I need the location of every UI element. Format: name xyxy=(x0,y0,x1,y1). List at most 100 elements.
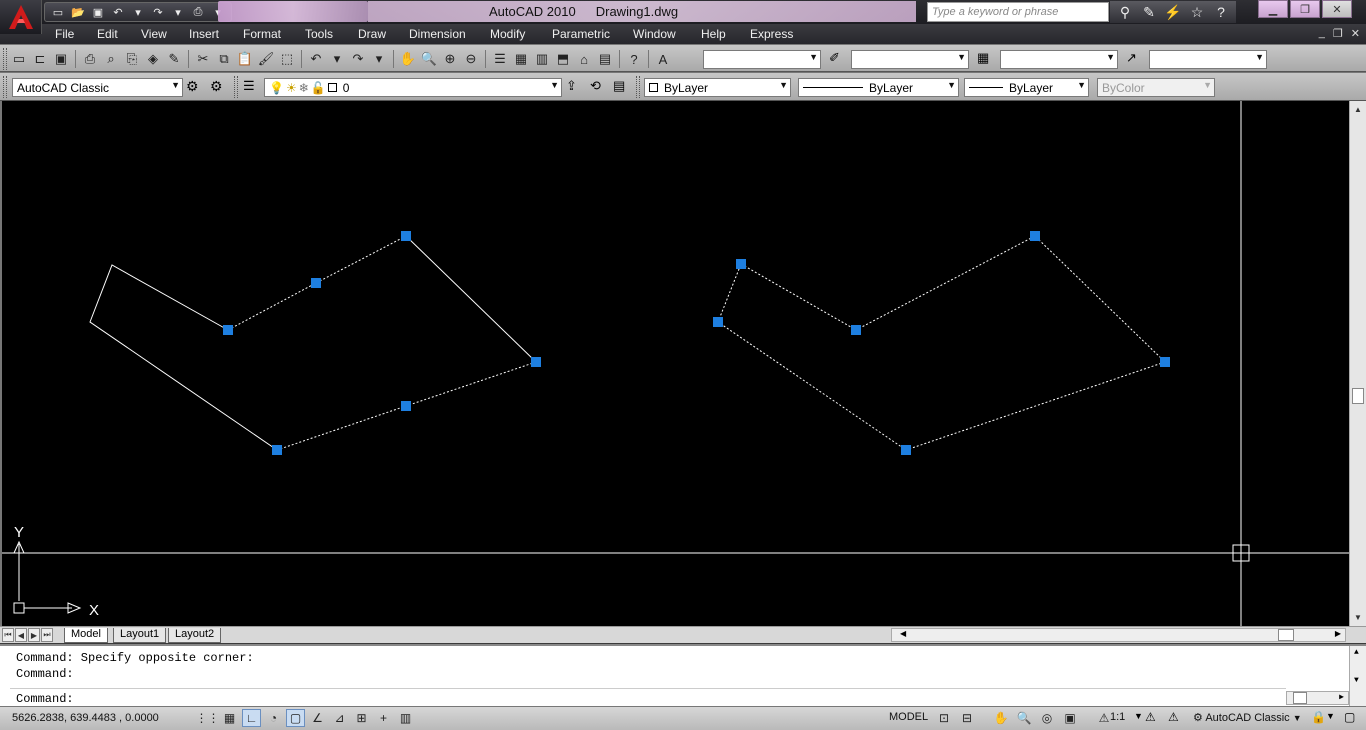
communication-center-icon[interactable]: ✎ xyxy=(1138,2,1160,22)
linetype-combo[interactable]: ByLayer ▼ xyxy=(798,78,959,97)
binoculars-icon[interactable]: ⚲ xyxy=(1114,2,1136,22)
color-combo[interactable]: ByLayer ▼ xyxy=(644,78,791,97)
toolbar-grip[interactable] xyxy=(3,76,7,98)
menu-window[interactable]: Window xyxy=(633,27,676,41)
match-properties-icon[interactable]: 🖌 xyxy=(257,50,275,68)
help-search-input[interactable]: Type a keyword or phrase xyxy=(927,2,1109,22)
horizontal-scroll-thumb[interactable] xyxy=(1278,629,1294,641)
first-tab-icon[interactable]: ⏮ xyxy=(2,628,14,642)
layer-properties-icon[interactable]: ☰ xyxy=(243,78,255,94)
command-vertical-scrollbar[interactable]: ▲ ▼ xyxy=(1349,646,1366,708)
dimension-style-icon[interactable]: ✐ xyxy=(829,50,840,66)
sheet-set-icon[interactable]: ⬒ xyxy=(554,50,572,68)
3d-dwf-icon[interactable]: ◈ xyxy=(144,50,162,68)
menu-dimension[interactable]: Dimension xyxy=(409,27,466,41)
zoom-window-icon[interactable]: ⊕ xyxy=(441,50,459,68)
table-style-icon[interactable]: ▦ xyxy=(977,50,989,66)
grip[interactable] xyxy=(713,317,723,327)
doc-restore-button[interactable]: ❐ xyxy=(1333,27,1343,40)
menu-parametric[interactable]: Parametric xyxy=(552,27,610,41)
vertical-scrollbar[interactable]: ▲ ▼ xyxy=(1349,101,1366,626)
properties-icon[interactable]: ☰ xyxy=(491,50,509,68)
scroll-up-icon[interactable]: ▲ xyxy=(1354,648,1359,657)
copy-icon[interactable]: ⧉ xyxy=(215,50,233,68)
minimize-button[interactable]: ▁ xyxy=(1258,0,1288,18)
redo-dropdown-icon[interactable]: ▾ xyxy=(370,50,388,68)
menu-tools[interactable]: Tools xyxy=(305,27,333,41)
save-icon[interactable]: ▣ xyxy=(52,50,70,68)
undo-icon[interactable]: ↶ xyxy=(307,50,325,68)
markup-icon[interactable]: ⌂ xyxy=(575,50,593,68)
menu-express[interactable]: Express xyxy=(750,27,793,41)
save-icon[interactable]: ▣ xyxy=(89,4,107,20)
workspace-combo[interactable]: AutoCAD Classic ▼ xyxy=(12,78,183,97)
scroll-down-icon[interactable]: ▼ xyxy=(1354,613,1362,622)
plot-icon[interactable]: ⎙ xyxy=(189,4,207,20)
prev-tab-icon[interactable]: ◀ xyxy=(15,628,27,642)
new-icon[interactable]: ▭ xyxy=(49,4,67,20)
open-icon[interactable]: 📂 xyxy=(69,4,87,20)
layer-states-icon[interactable]: ▤ xyxy=(613,78,625,94)
ortho-mode-icon[interactable]: ∟ xyxy=(242,709,261,727)
toolbar-lock-icon[interactable]: 🔒 xyxy=(1311,710,1326,724)
lineweight-icon[interactable]: + xyxy=(374,709,393,727)
grip[interactable] xyxy=(901,445,911,455)
multileader-style-combo[interactable]: ▼ xyxy=(1149,50,1267,69)
dynamic-input-icon[interactable]: ⊞ xyxy=(352,709,371,727)
horizontal-scrollbar[interactable]: ◀ ▶ xyxy=(891,628,1346,642)
maximize-button[interactable]: ❐ xyxy=(1290,0,1320,18)
doc-minimize-button[interactable]: _ xyxy=(1319,27,1325,40)
polar-tracking-icon[interactable]: ◔ xyxy=(264,709,283,727)
undo-icon[interactable]: ↶ xyxy=(109,4,127,20)
grip[interactable] xyxy=(1160,357,1170,367)
tab-layout1[interactable]: Layout1 xyxy=(113,628,167,643)
scroll-left-icon[interactable]: ◀ xyxy=(900,629,906,638)
command-horizontal-scrollbar[interactable]: ▶ xyxy=(1286,691,1349,705)
lineweight-combo[interactable]: ByLayer ▼ xyxy=(964,78,1089,97)
my-workspace-icon[interactable]: ⚙ xyxy=(210,78,223,95)
model-space-button[interactable]: MODEL xyxy=(889,711,928,723)
scroll-right-icon[interactable]: ▶ xyxy=(1335,629,1341,638)
layer-previous-icon[interactable]: ⟲ xyxy=(590,78,601,94)
toolbar-grip[interactable] xyxy=(3,48,7,70)
help-icon[interactable]: ? xyxy=(1210,2,1232,22)
grip[interactable] xyxy=(531,357,541,367)
menu-view[interactable]: View xyxy=(141,27,167,41)
scroll-up-icon[interactable]: ▲ xyxy=(1354,105,1362,114)
qnew-icon[interactable]: ▭ xyxy=(10,50,28,68)
paste-icon[interactable]: 📋 xyxy=(236,50,254,68)
annotation-scale[interactable]: 1:1 xyxy=(1110,711,1125,723)
layer-combo[interactable]: 💡 ☀ ❄ 🔓 0 ▼ xyxy=(264,78,562,97)
text-style-icon[interactable]: A xyxy=(654,50,672,68)
last-tab-icon[interactable]: ⏭ xyxy=(41,628,53,642)
publish-icon[interactable]: ⎘ xyxy=(123,50,141,68)
zoom-icon[interactable]: 🔍 xyxy=(1014,709,1034,727)
dimension-style-combo[interactable]: ▼ xyxy=(851,50,969,69)
calculator-icon[interactable]: ▤ xyxy=(596,50,614,68)
menu-modify[interactable]: Modify xyxy=(490,27,525,41)
menu-file[interactable]: File xyxy=(55,27,74,41)
toolbar-grip[interactable] xyxy=(234,76,238,98)
close-button[interactable]: ✕ xyxy=(1322,0,1352,18)
text-style-combo[interactable]: ▼ xyxy=(703,50,821,69)
scroll-down-icon[interactable]: ▼ xyxy=(1354,676,1359,685)
vertical-scroll-thumb[interactable] xyxy=(1352,388,1364,404)
plot-preview-icon[interactable]: ⌕ xyxy=(102,50,120,68)
grip[interactable] xyxy=(272,445,282,455)
grip[interactable] xyxy=(401,231,411,241)
zoom-realtime-icon[interactable]: 🔍 xyxy=(420,50,438,68)
design-center-icon[interactable]: ▦ xyxy=(512,50,530,68)
open-icon[interactable]: ⊏ xyxy=(31,50,49,68)
toolbar-grip[interactable] xyxy=(636,76,640,98)
doc-close-button[interactable]: ✕ xyxy=(1351,27,1360,40)
tab-model[interactable]: Model xyxy=(64,628,108,643)
multileader-style-icon[interactable]: ↗ xyxy=(1126,50,1137,66)
quick-view-layouts-icon[interactable]: ⊡ xyxy=(934,709,954,727)
redo-icon[interactable]: ↷ xyxy=(349,50,367,68)
grip[interactable] xyxy=(311,278,321,288)
undo-dropdown-icon[interactable]: ▾ xyxy=(328,50,346,68)
undo-dropdown-icon[interactable]: ▾ xyxy=(129,4,147,20)
next-tab-icon[interactable]: ▶ xyxy=(28,628,40,642)
quick-properties-icon[interactable]: ▥ xyxy=(396,709,415,727)
grip[interactable] xyxy=(736,259,746,269)
